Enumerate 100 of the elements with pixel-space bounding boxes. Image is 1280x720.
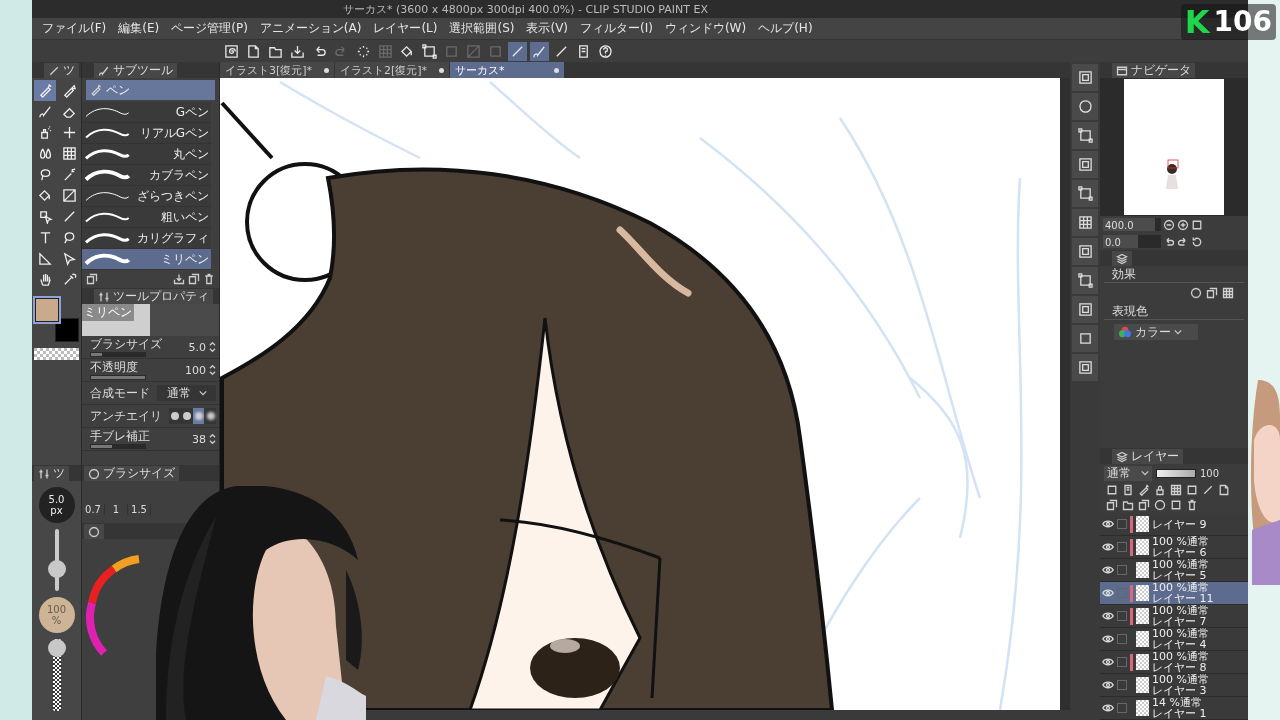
menu-item[interactable]: フィルター(I) bbox=[580, 20, 653, 37]
blend-mode-dropdown[interactable]: 通常 bbox=[1104, 465, 1152, 481]
panel-icon[interactable] bbox=[1072, 354, 1098, 381]
layer-checkbox[interactable] bbox=[1117, 542, 1127, 552]
square-icon[interactable] bbox=[1072, 325, 1098, 352]
folder-icon[interactable] bbox=[1122, 499, 1134, 511]
eye-icon[interactable] bbox=[1102, 587, 1114, 599]
panel-tab[interactable]: サブツール bbox=[94, 63, 177, 78]
panel-tab[interactable] bbox=[1112, 251, 1132, 266]
pen-icon[interactable] bbox=[1138, 484, 1150, 496]
panel-icon[interactable] bbox=[1072, 296, 1098, 323]
trash-icon[interactable] bbox=[1186, 499, 1198, 511]
spinner-icon[interactable] bbox=[209, 433, 216, 445]
layer-checkbox[interactable] bbox=[1117, 519, 1127, 529]
layer-checkbox[interactable] bbox=[1117, 680, 1127, 690]
layer-row[interactable]: 100 %通常 レイヤー 8 bbox=[1100, 651, 1248, 674]
eye-icon[interactable] bbox=[1102, 656, 1114, 668]
panel-tab[interactable]: ナビゲータ bbox=[1112, 63, 1195, 78]
panel-tab[interactable]: ツ bbox=[44, 63, 79, 78]
color-swatch[interactable] bbox=[35, 298, 59, 322]
menu-item[interactable]: ファイル(F) bbox=[42, 20, 107, 37]
layer-row[interactable]: 14 %通常 レイヤー 1 bbox=[1100, 697, 1248, 720]
size-slider[interactable] bbox=[47, 529, 66, 591]
property-slider[interactable] bbox=[90, 443, 146, 449]
menu-item[interactable]: レイヤー(L) bbox=[373, 20, 438, 37]
color-swatch[interactable] bbox=[55, 318, 79, 342]
menu-item[interactable]: ウィンドウ(W) bbox=[664, 20, 747, 37]
panel-tab[interactable]: ツ bbox=[34, 466, 69, 481]
brush-preset[interactable]: カリグラフィ bbox=[82, 228, 211, 249]
grid-icon[interactable] bbox=[1170, 484, 1182, 496]
opacity-value[interactable]: 100 bbox=[1200, 467, 1220, 479]
eye-icon[interactable] bbox=[1102, 564, 1114, 576]
copy-icon[interactable] bbox=[1138, 499, 1150, 511]
layer-checkbox[interactable] bbox=[1117, 611, 1127, 621]
tablet-icon[interactable] bbox=[1122, 484, 1134, 496]
history-icon[interactable] bbox=[1191, 235, 1203, 248]
zoom-out-icon[interactable] bbox=[1163, 218, 1175, 231]
property-value[interactable]: 5.0 bbox=[188, 340, 206, 354]
property-slider[interactable] bbox=[90, 351, 146, 357]
subtool-group[interactable]: ペン bbox=[86, 80, 215, 100]
layer-row[interactable]: 100 %通常 レイヤー 6 bbox=[1100, 536, 1248, 559]
opacity-slider[interactable] bbox=[47, 639, 66, 711]
brush-preset[interactable]: カブラペン bbox=[82, 165, 211, 186]
square-icon[interactable] bbox=[1106, 484, 1118, 496]
navigator-preview[interactable] bbox=[1124, 78, 1224, 216]
copy-icon[interactable] bbox=[86, 273, 98, 285]
document-tab[interactable]: イラスト3[復元]* bbox=[220, 62, 334, 78]
spinner-icon[interactable] bbox=[209, 364, 216, 376]
panel-tab[interactable]: レイヤー bbox=[1112, 449, 1183, 464]
eye-icon[interactable] bbox=[1102, 679, 1114, 691]
panel-tab[interactable] bbox=[84, 524, 104, 539]
menu-item[interactable]: 編集(E) bbox=[118, 20, 160, 37]
panel-tab[interactable]: ブラシサイズ bbox=[84, 466, 179, 481]
eye-icon[interactable] bbox=[1102, 541, 1114, 553]
square-icon[interactable] bbox=[1186, 484, 1198, 496]
menu-item[interactable]: 表示(V) bbox=[526, 20, 569, 37]
copy-icon[interactable] bbox=[1106, 499, 1118, 511]
copy-icon[interactable] bbox=[188, 273, 200, 285]
menu-item[interactable]: 選択範囲(S) bbox=[449, 20, 515, 37]
transparent-color-swatch[interactable] bbox=[34, 348, 79, 360]
frame-icon[interactable] bbox=[1072, 180, 1098, 207]
document-tab[interactable]: サーカス* bbox=[450, 62, 564, 78]
blend-mode-dropdown[interactable]: 通常 bbox=[157, 385, 216, 401]
property-slider[interactable] bbox=[90, 374, 146, 380]
download-icon[interactable] bbox=[173, 273, 185, 285]
brush-preset[interactable]: 粗いペン bbox=[82, 207, 211, 228]
brush-preset[interactable]: Gペン bbox=[82, 102, 211, 123]
panel-icon[interactable] bbox=[1072, 64, 1098, 91]
brush-icon[interactable] bbox=[530, 41, 549, 61]
slider-thumb[interactable] bbox=[47, 559, 66, 578]
grid-icon[interactable] bbox=[1222, 287, 1234, 299]
layer-row[interactable]: 100 %通常 レイヤー 4 bbox=[1100, 628, 1248, 651]
eye-icon[interactable] bbox=[1102, 518, 1114, 530]
layer-row[interactable]: 100 %通常 レイヤー 3 bbox=[1100, 674, 1248, 697]
layer-checkbox[interactable] bbox=[1117, 634, 1127, 644]
eye-icon[interactable] bbox=[1102, 702, 1114, 714]
menu-item[interactable]: ページ管理(P) bbox=[171, 20, 248, 37]
pen-icon[interactable] bbox=[34, 80, 56, 101]
brush-preset[interactable]: ミリペン bbox=[82, 249, 211, 270]
frame-icon[interactable] bbox=[1072, 267, 1098, 294]
brush-preset[interactable]: 丸ペン bbox=[82, 144, 211, 165]
copy-icon[interactable] bbox=[1206, 287, 1218, 299]
eye-icon[interactable] bbox=[1102, 610, 1114, 622]
layer-checkbox[interactable] bbox=[1117, 588, 1127, 598]
panel-icon[interactable] bbox=[1072, 238, 1098, 265]
spinner-icon[interactable] bbox=[209, 341, 216, 353]
brush-preset[interactable]: ざらつきペン bbox=[82, 186, 211, 207]
frame-icon[interactable] bbox=[1072, 122, 1098, 149]
layer-row[interactable]: 100 %通常 レイヤー 11 bbox=[1100, 582, 1248, 605]
line-icon[interactable] bbox=[1202, 484, 1214, 496]
property-value[interactable]: 38 bbox=[192, 432, 206, 446]
zoom-slider[interactable]: 400.0 bbox=[1103, 218, 1161, 231]
opacity-slider[interactable] bbox=[1156, 468, 1196, 478]
fit-icon[interactable] bbox=[1191, 218, 1203, 231]
zoom-in-icon[interactable] bbox=[1177, 218, 1189, 231]
grid-icon[interactable] bbox=[1072, 209, 1098, 236]
layer-row[interactable]: 100 %通常 レイヤー 5 bbox=[1100, 559, 1248, 582]
lock-icon[interactable] bbox=[1154, 484, 1166, 496]
scroll-bar[interactable] bbox=[1060, 78, 1070, 710]
panel-icon[interactable] bbox=[1072, 151, 1098, 178]
